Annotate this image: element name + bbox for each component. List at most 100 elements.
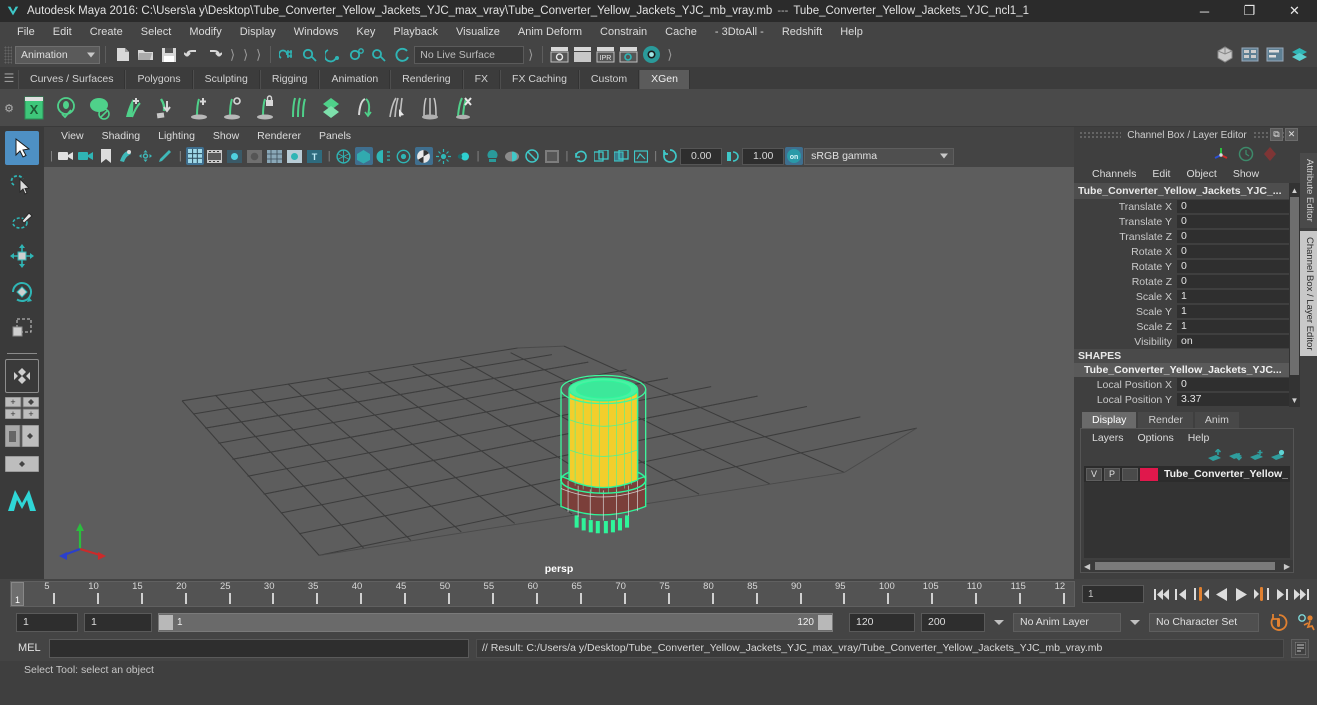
play-backwards-button[interactable] — [1212, 584, 1230, 604]
shelf-tab-animation[interactable]: Animation — [319, 70, 391, 89]
attr-value[interactable]: 0 — [1177, 199, 1289, 214]
four-view-layout-button[interactable] — [5, 359, 39, 393]
table-row[interactable]: Local Position X 0 — [1074, 377, 1289, 392]
ipr-render-icon[interactable]: IPR — [595, 45, 616, 65]
go-to-end-button[interactable] — [1292, 584, 1310, 604]
use-all-lights-icon[interactable] — [354, 147, 373, 165]
attr-value[interactable]: 1 — [1177, 304, 1289, 319]
range-end-handle[interactable] — [818, 614, 832, 630]
show-hide-channel-box-icon[interactable] — [1289, 45, 1310, 65]
menu-item-redshift[interactable]: Redshift — [773, 24, 831, 40]
range-start-handle[interactable] — [159, 614, 173, 630]
shaded-wireframe-icon[interactable] — [266, 147, 284, 165]
animation-end-time-field[interactable]: 200 — [921, 612, 985, 632]
move-layer-down-icon[interactable] — [1228, 449, 1243, 462]
select-camera-icon[interactable] — [57, 147, 75, 165]
paint-select-tool-button[interactable] — [5, 203, 39, 237]
time-slider[interactable]: 1 5 10 15 20 25 30 35 40 45 50 55 60 65 70 75 80 85 90 95 1… — [10, 581, 1075, 607]
collapse-group-3[interactable]: ⟩ — [252, 47, 265, 63]
collapse-group-1[interactable]: ⟩ — [226, 47, 239, 63]
rotate-tool-button[interactable] — [5, 275, 39, 309]
live-surface-field[interactable]: No Live Surface — [414, 45, 525, 64]
layer-color-swatch[interactable] — [1139, 467, 1158, 481]
tab-anim[interactable]: Anim — [1194, 412, 1239, 428]
quick-layout-hypershade-button[interactable] — [4, 423, 40, 449]
table-row[interactable]: Rotate X 0 — [1074, 244, 1289, 259]
menu-item-file[interactable]: File — [8, 24, 44, 40]
animation-start-time-field[interactable]: 1 — [16, 612, 78, 632]
redo-icon[interactable] — [204, 45, 225, 65]
lasso-tool-button[interactable] — [5, 167, 39, 201]
smooth-shade-all-icon[interactable] — [246, 147, 264, 165]
attr-value[interactable]: 0 — [1177, 229, 1289, 244]
menu-item-create[interactable]: Create — [81, 24, 132, 40]
xgen-region-modifier-icon[interactable] — [414, 92, 446, 124]
quick-layout-persp-graph-button[interactable] — [4, 451, 40, 477]
menu-item-display[interactable]: Display — [231, 24, 285, 40]
viewport-menu-shading[interactable]: Shading — [93, 129, 150, 143]
scroll-right-arrow-icon[interactable]: ▶ — [1284, 562, 1290, 571]
isolate-select-icon[interactable] — [483, 147, 501, 165]
xgen-add-description-icon[interactable] — [117, 92, 149, 124]
viewport-menu-renderer[interactable]: Renderer — [248, 129, 310, 143]
command-input[interactable] — [49, 638, 469, 658]
go-to-start-button[interactable] — [1152, 584, 1170, 604]
attr-value[interactable]: 3.37 — [1177, 392, 1289, 407]
shape-node-name[interactable]: Tube_Converter_Yellow_Jackets_YJC... — [1074, 363, 1289, 377]
quick-layout-persp-outliner-button[interactable]: + + + — [4, 395, 40, 421]
layer-name-label[interactable]: Tube_Converter_Yellow_ — [1160, 468, 1288, 480]
render-current-frame-icon[interactable] — [549, 45, 570, 65]
attr-value[interactable]: on — [1177, 334, 1289, 349]
exposure-gamma-reset-icon[interactable] — [661, 147, 679, 165]
viewport-menu-panels[interactable]: Panels — [310, 129, 360, 143]
xgen-disable-icon[interactable] — [84, 92, 116, 124]
layer-playback-toggle[interactable]: P — [1103, 467, 1120, 481]
texture-display-icon[interactable] — [286, 147, 304, 165]
collapse-group-4[interactable]: ⟩ — [524, 47, 537, 63]
table-row[interactable]: Translate Z 0 — [1074, 229, 1289, 244]
attr-value[interactable]: 0 — [1177, 259, 1289, 274]
collapse-group-2[interactable]: ⟩ — [239, 47, 252, 63]
layer-menu-layers[interactable]: Layers — [1085, 431, 1131, 445]
shelf-tab-custom[interactable]: Custom — [578, 70, 640, 89]
toggle-film-gate-icon[interactable] — [206, 147, 224, 165]
xgen-groom-brush-icon[interactable] — [282, 92, 314, 124]
anim-layer-dropdown-arrow-icon[interactable] — [994, 619, 1004, 625]
character-set-dropdown[interactable]: No Character Set — [1149, 612, 1259, 632]
xgen-noise-modifier-icon[interactable] — [348, 92, 380, 124]
render-settings-icon[interactable] — [618, 45, 639, 65]
shelf-tab-curves-surfaces[interactable]: Curves / Surfaces — [18, 70, 126, 89]
color-management-toggle-icon[interactable]: on — [785, 147, 804, 165]
table-row[interactable]: Local Position Y 3.37 — [1074, 392, 1289, 407]
attr-value[interactable]: 0 — [1177, 377, 1289, 392]
viewport-menu-view[interactable]: View — [52, 129, 93, 143]
use-default-lighting-icon[interactable] — [335, 147, 353, 165]
move-layer-up-icon[interactable] — [1207, 448, 1222, 462]
viewport-menu-show[interactable]: Show — [204, 129, 248, 143]
script-language-label[interactable]: MEL — [8, 642, 42, 654]
shelf-tab-sculpting[interactable]: Sculpting — [192, 70, 260, 89]
new-layer-from-selected-icon[interactable] — [1249, 449, 1264, 462]
scrollbar-thumb[interactable] — [1095, 562, 1275, 570]
channel-menu-object[interactable]: Object — [1178, 167, 1224, 181]
shelf-tab-fx[interactable]: FX — [462, 70, 501, 89]
animation-preferences-icon[interactable] — [1297, 613, 1317, 632]
menu-item-key[interactable]: Key — [347, 24, 384, 40]
save-scene-icon[interactable] — [158, 45, 179, 65]
scroll-left-arrow-icon[interactable]: ◀ — [1081, 562, 1090, 571]
script-editor-button[interactable] — [1291, 638, 1309, 658]
shadows-icon[interactable] — [375, 147, 393, 165]
shelf-tab-fx-caching[interactable]: FX Caching — [500, 70, 579, 89]
xray-joints-icon[interactable] — [523, 147, 541, 165]
toggle-grid-icon[interactable] — [185, 147, 204, 165]
attr-value[interactable]: 1 — [1177, 319, 1289, 334]
vtab-attribute-editor[interactable]: Attribute Editor — [1300, 153, 1317, 228]
keyframe-icon[interactable] — [1262, 146, 1278, 162]
open-scene-icon[interactable] — [135, 45, 156, 65]
shelf-tab-rendering[interactable]: Rendering — [390, 70, 463, 89]
list-item[interactable]: V P Tube_Converter_Yellow_ — [1084, 466, 1290, 482]
camera-attributes-icon[interactable] — [77, 147, 95, 165]
panel-undock-button[interactable]: ⧉ — [1270, 128, 1283, 141]
anim-layer-dropdown[interactable]: No Anim Layer — [1013, 612, 1121, 632]
show-hide-tool-settings-icon[interactable] — [1264, 45, 1285, 65]
